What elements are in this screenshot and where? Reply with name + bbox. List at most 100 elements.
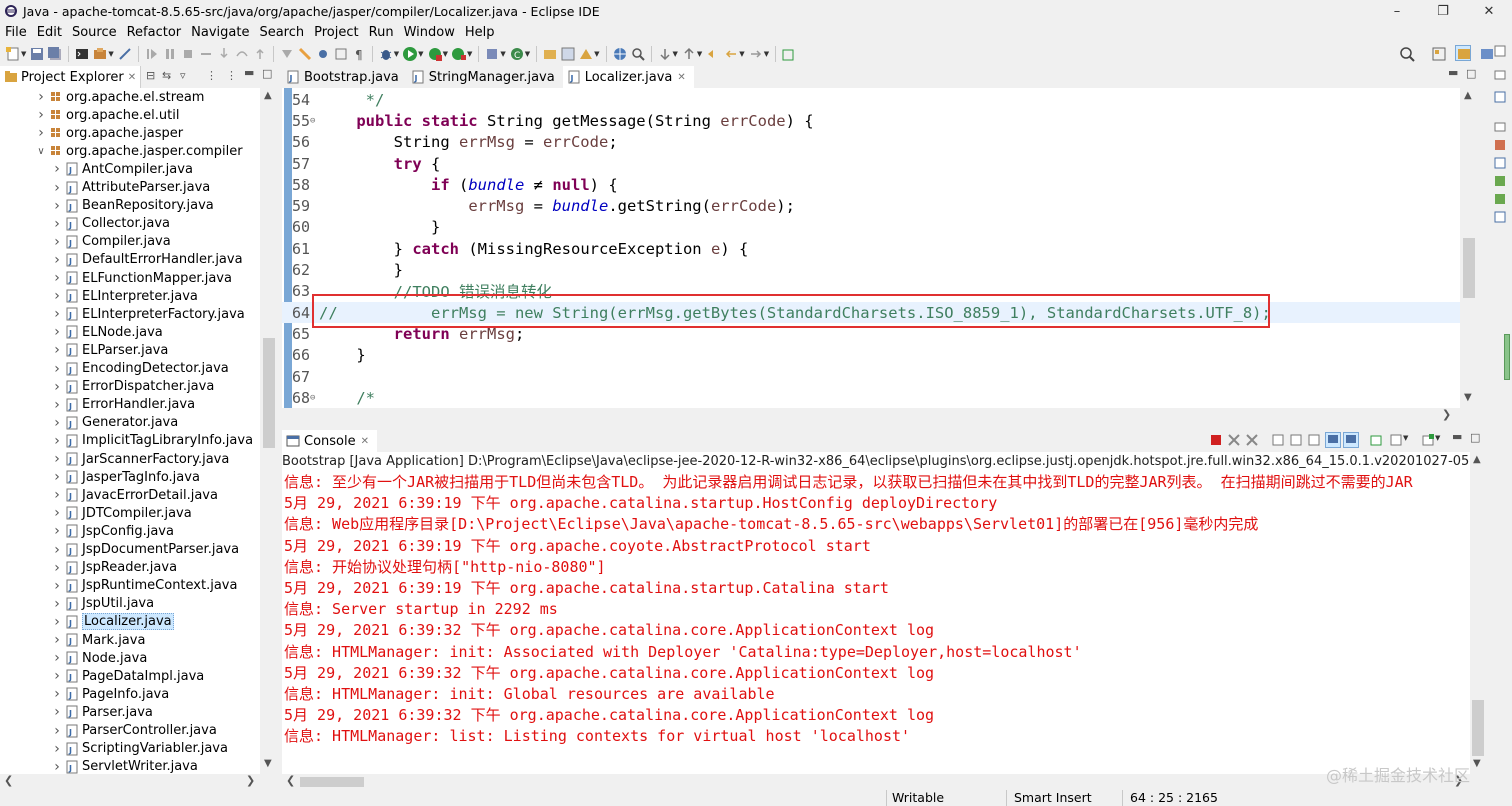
menu-edit[interactable]: Edit — [32, 25, 67, 40]
tree-file-item[interactable]: › J AttributeParser.java — [0, 179, 260, 197]
step-over-icon[interactable] — [234, 46, 250, 62]
chevron-right-icon[interactable]: › — [52, 234, 62, 250]
console-hscroll-thumb[interactable] — [300, 777, 364, 787]
back-icon[interactable] — [723, 46, 739, 62]
minimize-editor-icon[interactable]: ▬ — [1448, 66, 1458, 79]
external-tools-icon[interactable] — [451, 46, 467, 62]
tab-console[interactable]: Console ✕ — [282, 430, 377, 452]
remove-all-icon[interactable] — [1245, 433, 1261, 449]
chevron-right-icon[interactable]: › — [52, 668, 62, 684]
more-icon[interactable]: ⋮ — [226, 69, 237, 82]
chevron-right-icon[interactable]: › — [36, 107, 46, 123]
minimize-console-icon[interactable]: ▬ — [1452, 430, 1462, 443]
code-line[interactable]: 62 } — [282, 259, 1460, 280]
tree-file-item[interactable]: › J ScriptingVariabler.java — [0, 740, 260, 758]
prev-annotation-icon[interactable] — [681, 46, 697, 62]
globe-icon[interactable] — [612, 46, 628, 62]
next-annotation-icon[interactable] — [657, 46, 673, 62]
terminal-view-icon[interactable] — [1493, 192, 1509, 208]
maximize-editor-icon[interactable]: □ — [1466, 67, 1476, 80]
tree-file-item[interactable]: › J ELParser.java — [0, 341, 260, 359]
chevron-right-icon[interactable]: › — [52, 578, 62, 594]
tree-file-item[interactable]: › J JspDocumentParser.java — [0, 541, 260, 559]
coverage-icon[interactable] — [427, 46, 443, 62]
view-menu-icon[interactable]: ⋮ — [206, 69, 217, 82]
minimize-button[interactable]: – — [1374, 0, 1420, 22]
terminal-icon[interactable] — [74, 46, 90, 62]
console-hscrollbar[interactable]: ❮ ❯ — [282, 774, 1470, 790]
chevron-right-icon[interactable]: › — [52, 596, 62, 612]
tree-package-item[interactable]: ∨ org.apache.jasper.compiler — [0, 142, 260, 160]
minimized-view-icon[interactable] — [1493, 120, 1509, 136]
tree-file-item[interactable]: › J PageDataImpl.java — [0, 667, 260, 685]
chevron-right-icon[interactable]: › — [52, 560, 62, 576]
tree-file-item[interactable]: › J AntCompiler.java — [0, 160, 260, 178]
remove-launch-icon[interactable] — [1227, 433, 1243, 449]
tree-scroll-thumb[interactable] — [263, 338, 275, 448]
chevron-right-icon[interactable]: › — [36, 125, 46, 141]
new-icon[interactable] — [5, 46, 21, 62]
run-icon[interactable] — [402, 46, 418, 62]
tree-file-item[interactable]: › J Compiler.java — [0, 233, 260, 251]
chevron-right-icon[interactable]: › — [52, 415, 62, 431]
tree-file-item[interactable]: › J Generator.java — [0, 414, 260, 432]
close-icon[interactable]: ✕ — [677, 72, 685, 83]
restore-icon[interactable] — [1493, 68, 1509, 84]
tree-file-item[interactable]: › J Parser.java — [0, 703, 260, 721]
tree-file-item[interactable]: › J PageInfo.java — [0, 685, 260, 703]
fold-icon[interactable]: ⊖ — [310, 116, 315, 126]
menu-window[interactable]: Window — [399, 25, 460, 40]
tree-file-item[interactable]: › J ServletWriter.java — [0, 758, 260, 774]
package-icon[interactable] — [92, 46, 108, 62]
chevron-right-icon[interactable]: › — [52, 198, 62, 214]
tab-project-explorer[interactable]: Project Explorer ✕ — [0, 66, 142, 88]
chevron-right-icon[interactable]: › — [52, 180, 62, 196]
menu-search[interactable]: Search — [254, 25, 309, 40]
code-line[interactable]: 56 String errMsg = errCode; — [282, 132, 1460, 153]
chevron-right-icon[interactable]: › — [52, 704, 62, 720]
data-source-icon[interactable] — [1493, 156, 1509, 172]
tab-localizer[interactable]: J Localizer.java ✕ — [562, 66, 694, 88]
memory-indicator[interactable] — [1504, 334, 1510, 380]
tab-bootstrap[interactable]: J Bootstrap.java — [282, 66, 407, 88]
tree-package-item[interactable]: › org.apache.jasper — [0, 124, 260, 142]
close-icon[interactable]: ✕ — [128, 72, 136, 83]
minimize-view-icon[interactable]: ▬ — [244, 66, 254, 79]
properties-icon[interactable] — [1493, 210, 1509, 226]
tree-file-item[interactable]: › J DefaultErrorHandler.java — [0, 251, 260, 269]
open-resource-icon[interactable] — [578, 46, 594, 62]
code-line[interactable]: 66 } — [282, 345, 1460, 366]
save-all-icon[interactable] — [47, 46, 63, 62]
open-task-icon[interactable] — [560, 46, 576, 62]
scroll-lock-icon[interactable] — [1289, 433, 1305, 449]
chevron-right-icon[interactable]: › — [52, 288, 62, 304]
chevron-right-icon[interactable]: › — [52, 451, 62, 467]
chevron-right-icon[interactable]: › — [52, 542, 62, 558]
code-line[interactable]: 55 public static String getMessage(Strin… — [282, 110, 1460, 131]
tree-package-item[interactable]: › org.apache.el.stream — [0, 88, 260, 106]
tree-file-item[interactable]: › J JspRuntimeContext.java — [0, 577, 260, 595]
chevron-right-icon[interactable]: › — [52, 379, 62, 395]
open-perspective-icon[interactable] — [1431, 46, 1447, 62]
maximize-console-icon[interactable]: □ — [1470, 431, 1480, 444]
fold-icon[interactable]: ⊖ — [310, 393, 315, 403]
chevron-right-icon[interactable]: › — [52, 741, 62, 757]
clear-console-icon[interactable] — [1271, 433, 1287, 449]
tree-file-item[interactable]: › J ErrorHandler.java — [0, 396, 260, 414]
chevron-right-icon[interactable]: › — [52, 361, 62, 377]
tree-file-item[interactable]: › J EncodingDetector.java — [0, 360, 260, 378]
show-stdout-icon[interactable] — [1325, 432, 1341, 448]
terminate-icon[interactable] — [180, 46, 196, 62]
chevron-right-icon[interactable]: › — [52, 397, 62, 413]
tree-file-item[interactable]: › J ParserController.java — [0, 722, 260, 740]
tree-file-item[interactable]: › J Localizer.java — [0, 613, 260, 631]
servers-icon[interactable] — [1493, 138, 1509, 154]
watch-icon[interactable] — [333, 46, 349, 62]
tree-file-item[interactable]: › J ErrorDispatcher.java — [0, 378, 260, 396]
tree-file-item[interactable]: › J Collector.java — [0, 215, 260, 233]
chevron-right-icon[interactable]: › — [52, 614, 62, 630]
chevron-right-icon[interactable]: › — [52, 632, 62, 648]
tree-file-item[interactable]: › J ImplicitTagLibraryInfo.java — [0, 432, 260, 450]
chevron-right-icon[interactable]: › — [52, 469, 62, 485]
debug-icon[interactable] — [378, 46, 394, 62]
